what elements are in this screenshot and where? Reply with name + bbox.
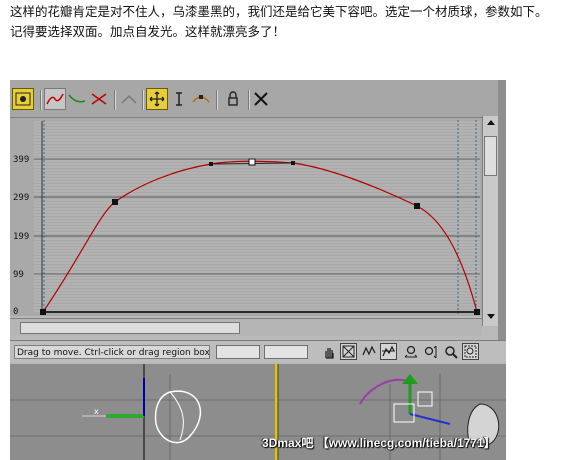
article-line-2: 记得要选择双面。加点自发光。这样就漂亮多了！: [10, 24, 286, 39]
scale-point-icon[interactable]: [168, 88, 190, 110]
watermark: 3Dmax吧 【www.linecg.com/tieba/1771】: [262, 436, 496, 450]
falloff-curve-svg[interactable]: [10, 118, 482, 318]
y-axis-label: 399: [13, 155, 30, 165]
lock-icon[interactable]: [222, 88, 244, 110]
curve-editor-screenshot: 399 299 199 99 0 Drag to move. Ctrl-clic…: [10, 80, 506, 460]
delete-point-icon[interactable]: [250, 88, 272, 110]
curve-toolbar: [10, 80, 506, 118]
status-prompt: Drag to move. Ctrl-click or drag region …: [14, 345, 210, 359]
bezier-handle[interactable]: [291, 161, 295, 165]
window-frame-right: [498, 80, 506, 342]
curve-point[interactable]: [112, 199, 118, 205]
color-curve-red-icon[interactable]: [44, 88, 66, 110]
curve-point-selected[interactable]: [248, 158, 256, 166]
falloff-curve: [42, 160, 478, 313]
insert-bezier-icon[interactable]: [190, 88, 212, 110]
petal-gizmo: x: [82, 378, 201, 444]
zoom-horizontal-icon[interactable]: [402, 343, 419, 360]
y-axis-label: 99: [13, 270, 24, 280]
vertical-scroll-thumb[interactable]: [484, 136, 497, 176]
curve-status-bar: Drag to move. Ctrl-click or drag region …: [10, 340, 506, 362]
curve-point[interactable]: [474, 309, 480, 315]
zoom-horizontal-extents-icon[interactable]: [360, 343, 377, 360]
scroll-down-icon[interactable]: [487, 314, 495, 319]
zoom-value-extents-icon[interactable]: [380, 343, 397, 360]
curve-point[interactable]: [40, 309, 46, 315]
horizontal-scroll-thumb[interactable]: [20, 322, 240, 334]
y-axis-label: 199: [13, 232, 30, 242]
zoom-icon[interactable]: [442, 343, 459, 360]
svg-text:x: x: [94, 407, 99, 416]
horizontal-scrollbar[interactable]: [10, 318, 482, 336]
curve-graph-area[interactable]: 399 299 199 99 0: [10, 118, 496, 318]
zoom-vertical-icon[interactable]: [422, 343, 439, 360]
zoom-extents-icon[interactable]: [340, 343, 357, 360]
scroll-up-icon[interactable]: [487, 120, 495, 125]
color-curve-cross-icon[interactable]: [88, 88, 110, 110]
zoom-region-icon[interactable]: [462, 343, 479, 360]
article-line-1: 这样的花瓣肯定是对不住人，乌漆墨黑的，我们还是给它美下容吧。选定一个材质球，参数…: [10, 4, 548, 19]
x-value-field[interactable]: [216, 345, 260, 359]
make-default-icon[interactable]: [12, 88, 34, 110]
article-text: 这样的花瓣肯定是对不住人，乌漆墨黑的，我们还是给它美下容吧。选定一个材质球，参数…: [10, 2, 570, 42]
vertical-scrollbar[interactable]: [482, 116, 498, 326]
insert-point-icon[interactable]: [118, 88, 140, 110]
color-curve-green-icon[interactable]: [66, 88, 88, 110]
bezier-handle[interactable]: [209, 162, 213, 166]
curve-point[interactable]: [414, 203, 420, 209]
y-axis-label: 299: [13, 193, 30, 203]
move-point-icon[interactable]: [146, 88, 168, 110]
y-value-field[interactable]: [264, 345, 308, 359]
y-axis-label: 0: [13, 307, 19, 317]
pan-icon[interactable]: [320, 343, 337, 360]
